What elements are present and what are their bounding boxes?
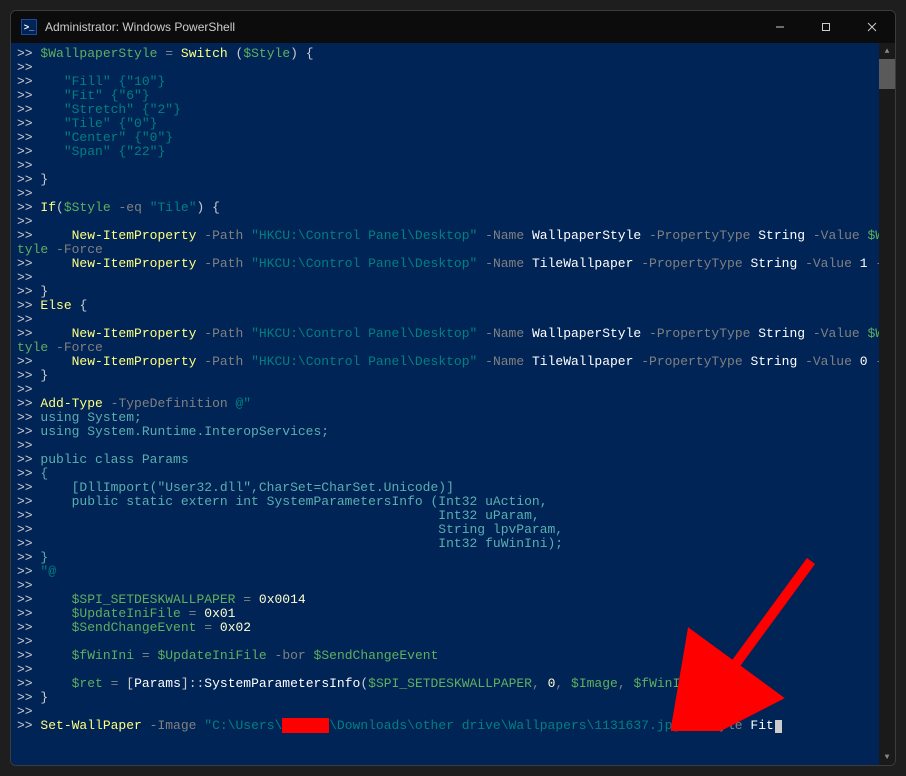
redacted-username: XXXXXX [282, 718, 329, 733]
scroll-up-icon[interactable]: ▲ [879, 43, 895, 59]
maximize-button[interactable] [803, 11, 849, 43]
powershell-window: >_ Administrator: Windows PowerShell >> … [10, 10, 896, 766]
close-button[interactable] [849, 11, 895, 43]
window-title: Administrator: Windows PowerShell [45, 20, 757, 34]
prompt: >> [17, 46, 33, 61]
scroll-down-icon[interactable]: ▼ [879, 749, 895, 765]
scroll-thumb[interactable] [879, 59, 895, 89]
minimize-button[interactable] [757, 11, 803, 43]
powershell-icon: >_ [21, 19, 37, 35]
terminal-body[interactable]: >> $WallpaperStyle = Switch ($Style) { >… [11, 43, 895, 765]
text-cursor [775, 720, 782, 733]
titlebar[interactable]: >_ Administrator: Windows PowerShell [11, 11, 895, 43]
scrollbar[interactable]: ▲ ▼ [879, 43, 895, 765]
